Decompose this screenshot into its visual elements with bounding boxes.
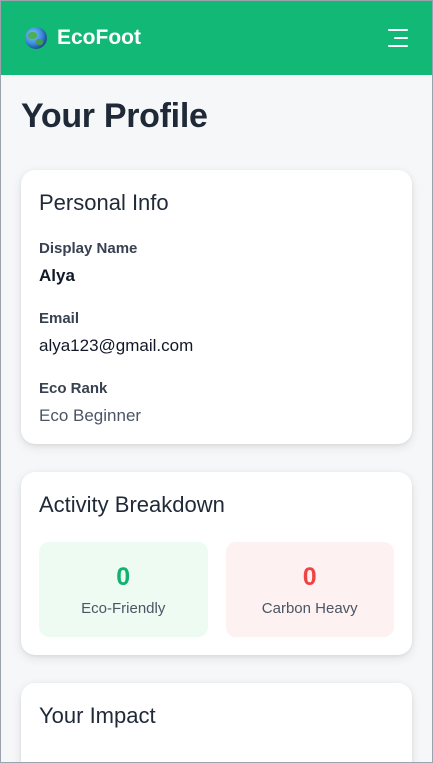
hamburger-menu-icon[interactable] — [386, 29, 408, 47]
page-title: Your Profile — [21, 97, 208, 135]
main-content: Your Profile Personal Info Display Name … — [1, 75, 432, 762]
brand[interactable]: EcoFoot — [25, 26, 141, 50]
activity-breakdown-title: Activity Breakdown — [39, 492, 225, 517]
email-label: Email — [39, 310, 80, 327]
activity-stats: 0 Eco-Friendly 0 Carbon Heavy — [39, 542, 394, 637]
personal-info-title: Personal Info — [39, 190, 169, 215]
eco-rank-value: Eco Beginner — [39, 406, 142, 425]
activity-breakdown-card: Activity Breakdown 0 Eco-Friendly 0 Carb… — [21, 472, 412, 655]
app-frame: EcoFoot Your Profile Personal Info Displ… — [0, 0, 433, 763]
carbon-heavy-stat: 0 Carbon Heavy — [225, 542, 394, 637]
email-field: Email alya123@gmail.com — [39, 310, 394, 356]
menu-bar-line — [394, 37, 408, 39]
menu-bar-line — [388, 29, 408, 31]
your-impact-card: Your Impact — [21, 683, 412, 762]
eco-rank-field: Eco Rank Eco Beginner — [39, 380, 394, 426]
eco-friendly-count: 0 — [116, 562, 131, 591]
personal-info-card: Personal Info Display Name Alya Email al… — [21, 170, 412, 444]
eco-friendly-stat: 0 Eco-Friendly — [39, 542, 208, 637]
display-name-field: Display Name Alya — [39, 240, 394, 286]
menu-bar-line — [388, 45, 408, 47]
your-impact-title: Your Impact — [39, 703, 156, 728]
display-name-value: Alya — [39, 266, 75, 285]
carbon-heavy-label: Carbon Heavy — [261, 599, 358, 617]
eco-friendly-label: Eco-Friendly — [81, 599, 166, 617]
email-value: alya123@gmail.com — [39, 336, 194, 355]
carbon-heavy-count: 0 — [302, 562, 317, 591]
display-name-label: Display Name — [39, 240, 138, 257]
globe-icon — [25, 27, 47, 49]
top-navbar: EcoFoot — [1, 1, 432, 75]
eco-rank-label: Eco Rank — [39, 380, 108, 397]
brand-name: EcoFoot — [57, 26, 141, 49]
